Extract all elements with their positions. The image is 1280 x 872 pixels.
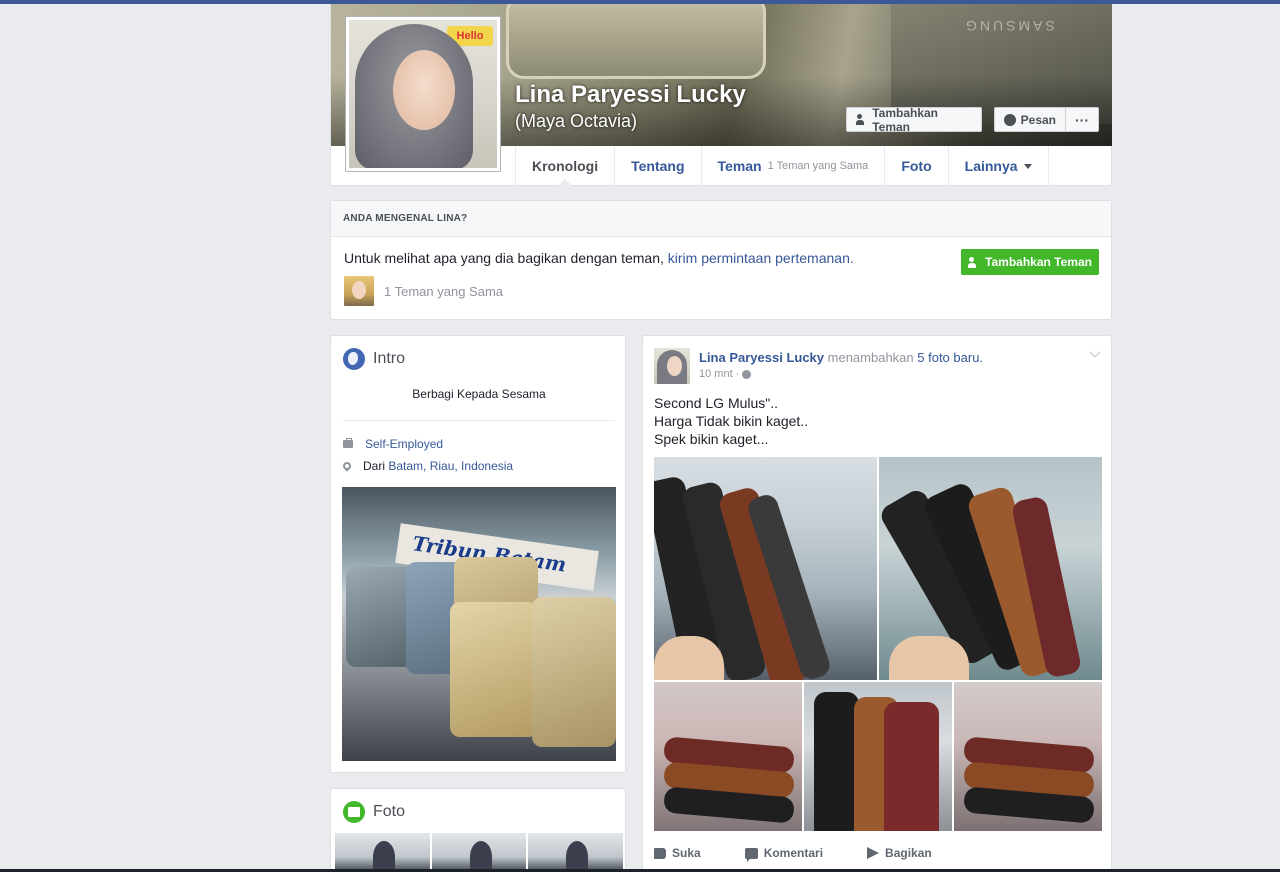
phone-shape (814, 692, 859, 831)
photo-thumbnail[interactable] (431, 833, 527, 872)
globe-icon (343, 348, 365, 370)
phone-shape (450, 602, 538, 737)
like-button[interactable]: Suka (654, 846, 701, 860)
know-her-box: ANDA MENGENAL LINA? Untuk melihat apa ya… (330, 200, 1112, 320)
share-icon (867, 847, 880, 859)
share-label: Bagikan (885, 846, 932, 860)
profile-picture[interactable]: Hello (345, 16, 501, 172)
intro-bio: Berbagi Kepada Sesama (412, 387, 546, 401)
mutual-friends[interactable]: 1 Teman yang Sama (344, 276, 503, 306)
tab-label: Teman (717, 158, 762, 174)
more-icon: ··· (1075, 111, 1089, 128)
tab-kronologi[interactable]: Kronologi (515, 146, 614, 187)
know-box-message: Untuk melihat apa yang dia bagikan denga… (344, 250, 668, 266)
divider (343, 420, 615, 421)
post-photos-link[interactable]: 5 foto baru. (917, 350, 983, 365)
photo-icon (343, 801, 365, 823)
profile-tabs: Kronologi Tentang Teman 1 Teman yang Sam… (515, 146, 1049, 187)
cover-phone-shape (506, 4, 766, 79)
friend-request-link[interactable]: kirim permintaan pertemanan. (668, 250, 854, 266)
know-box-text: Untuk melihat apa yang dia bagikan denga… (344, 250, 854, 266)
comment-button[interactable]: Komentari (744, 846, 824, 862)
hometown-text: Dari Batam, Riau, Indonesia (363, 459, 513, 473)
like-label: Suka (672, 846, 701, 860)
add-friend-icon (856, 114, 867, 125)
photo-thumbnail[interactable] (335, 833, 430, 872)
add-friend-label: Tambahkan Teman (985, 255, 1092, 269)
post-photo-grid (654, 457, 1102, 831)
post-photo[interactable] (654, 682, 802, 831)
mutual-friends-count: 1 Teman yang Sama (767, 160, 869, 172)
from-prefix: Dari (363, 459, 386, 473)
post-text-line: Harga Tidak bikin kaget.. (654, 413, 809, 429)
profile-header: SAMSUNG Lina Paryessi Lucky (Maya Octavi… (330, 4, 1112, 187)
post-options-chevron-icon[interactable] (1089, 346, 1101, 358)
mutual-friend-avatar[interactable] (344, 276, 374, 306)
chevron-down-icon (1023, 163, 1032, 169)
add-friend-green-button[interactable]: Tambahkan Teman (961, 249, 1099, 275)
briefcase-icon (343, 438, 353, 448)
phone-shape (532, 597, 616, 747)
add-friend-icon (968, 256, 980, 268)
work-row: Self-Employed (343, 437, 443, 451)
add-friend-label: Tambahkan Teman (872, 105, 938, 134)
post-photo[interactable] (879, 457, 1102, 680)
profile-alternate-name: (Maya Octavia) (515, 111, 638, 131)
share-button[interactable]: Bagikan (867, 846, 932, 860)
hand-shape (654, 636, 724, 680)
phone-shape (884, 702, 939, 831)
tab-label: Tentang (631, 158, 685, 174)
add-friend-button[interactable]: Tambahkan Teman (846, 105, 982, 134)
hometown-link[interactable]: Batam, Riau, Indonesia (388, 459, 513, 473)
post-meta: 10 mnt · (699, 368, 752, 380)
message-label: Pesan (1020, 112, 1056, 127)
intro-card: Intro Berbagi Kepada Sesama Self-Employe… (330, 335, 626, 773)
photos-title-text: Foto (373, 803, 406, 820)
post-photo[interactable] (804, 682, 952, 831)
tab-tentang[interactable]: Tentang (614, 146, 700, 186)
photo-thumbnail[interactable] (528, 833, 624, 872)
tab-lainnya[interactable]: Lainnya (947, 146, 1049, 186)
hand-shape (889, 636, 969, 680)
tab-label: Foto (901, 158, 932, 174)
post-header: Lina Paryessi Lucky menambahkan 5 foto b… (699, 350, 983, 365)
photos-title[interactable]: Foto (343, 801, 405, 823)
intro-title: Intro (343, 348, 405, 370)
messenger-icon (1004, 113, 1016, 126)
hometown-row: Dari Batam, Riau, Indonesia (341, 459, 513, 473)
work-link[interactable]: Self-Employed (365, 437, 443, 451)
comment-icon (744, 847, 758, 862)
featured-photo[interactable]: Tribun Batam (342, 487, 616, 761)
post-photo[interactable] (954, 682, 1102, 831)
profile-face-shape (393, 50, 455, 130)
comment-label: Komentari (763, 846, 824, 860)
message-button[interactable]: Pesan (994, 107, 1066, 132)
post-action: menambahkan (827, 350, 914, 365)
photos-strip (335, 833, 624, 872)
location-pin-icon (341, 460, 353, 472)
profile-name[interactable]: Lina Paryessi Lucky (515, 81, 746, 109)
post-text-line: Second LG Mulus".. (654, 395, 779, 411)
feed-post: Lina Paryessi Lucky menambahkan 5 foto b… (642, 335, 1112, 872)
profile-picture-image: Hello (349, 20, 497, 168)
post-text: Second LG Mulus".. Harga Tidak bikin kag… (654, 394, 808, 448)
tab-label: Lainnya (964, 158, 1018, 174)
tab-foto[interactable]: Foto (884, 146, 947, 186)
post-actions: Suka Komentari Bagikan (654, 846, 932, 862)
cover-brand-text: SAMSUNG (963, 18, 1055, 34)
public-globe-icon (742, 369, 752, 379)
post-author-avatar[interactable] (654, 348, 690, 384)
photos-card: Foto (330, 788, 626, 872)
post-text-line: Spek bikin kaget... (654, 431, 769, 447)
post-author-name[interactable]: Lina Paryessi Lucky (699, 350, 824, 365)
more-options-button[interactable]: ··· (1065, 107, 1099, 132)
tab-label: Kronologi (532, 158, 599, 174)
mutual-friends-label: 1 Teman yang Sama (384, 283, 503, 299)
tab-teman[interactable]: Teman 1 Teman yang Sama (700, 146, 885, 186)
thumbs-up-icon (654, 847, 666, 859)
post-photo[interactable] (654, 457, 877, 680)
post-timestamp[interactable]: 10 mnt · (699, 368, 739, 380)
intro-title-text: Intro (373, 350, 406, 367)
know-box-heading: ANDA MENGENAL LINA? (331, 201, 1111, 237)
